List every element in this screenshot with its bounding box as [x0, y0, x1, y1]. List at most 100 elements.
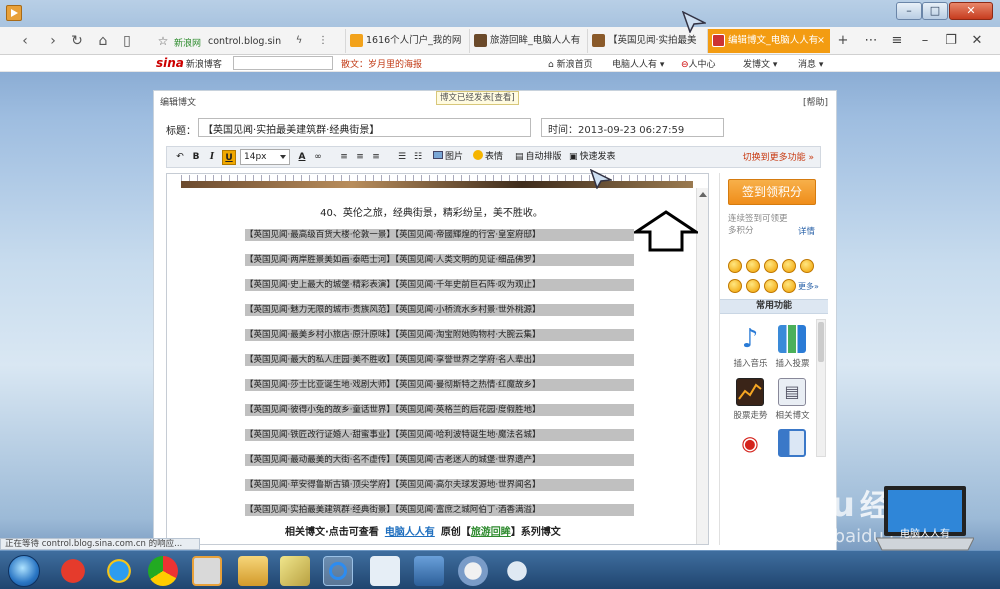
- link-row[interactable]: 【英国见闻·最动最美的大街·名不虚传】【英国见闻·古老迷人的城堡·世界遗产】: [245, 454, 634, 466]
- link-row[interactable]: 【英国见闻·史上最大的城堡·精彩表演】【英国见闻·千年史前巨石阵·叹为观止】: [245, 279, 634, 291]
- forward-icon[interactable]: ›: [44, 32, 62, 50]
- emoticon-button[interactable]: 表情: [473, 150, 503, 165]
- undo-icon[interactable]: ↶: [173, 150, 187, 165]
- minimize-button[interactable]: –: [896, 2, 922, 20]
- link-icon[interactable]: ∞: [311, 150, 325, 165]
- sina-logo[interactable]: sina 新浪博客: [156, 56, 222, 70]
- tab-close-window-icon[interactable]: ✕: [968, 31, 986, 51]
- link-row[interactable]: 【英国见闻·最高级百货大楼·伦敦一景】【英国见闻·帝國輝煌的行宮·皇室府邸】: [245, 229, 634, 241]
- link-row[interactable]: 【英国见闻·最美乡村小旅店·原汁原味】【英国见闻·淘宝附她购物村·大腕云集】: [245, 329, 634, 341]
- align-center-icon[interactable]: ≡: [353, 150, 367, 165]
- home-icon[interactable]: ⌂: [94, 32, 112, 50]
- tab-1616[interactable]: 1616个人门户_我的网: [345, 29, 469, 53]
- cloud-icon[interactable]: [502, 556, 532, 586]
- screen-icon[interactable]: [414, 556, 444, 586]
- posted-tooltip[interactable]: 博文已经发表[查看]: [436, 91, 519, 105]
- more-functions-link[interactable]: 切换到更多功能 »: [743, 150, 814, 163]
- weibo-icon[interactable]: ◉: [736, 429, 764, 457]
- link-row[interactable]: 【英国见闻·最大的私人庄园·美不胜收】【英国见闻·享誉世界之学府·名人辈出】: [245, 354, 634, 366]
- link-row[interactable]: 【英国见闻·两岸胜景美如画·泰晤士河】【英国见闻·人类文明的见证·细品佛罗】: [245, 254, 634, 266]
- reader-icon[interactable]: ▯: [118, 32, 136, 50]
- close-button[interactable]: ✕: [949, 2, 993, 20]
- link-row[interactable]: 【英国见闻·魅力无限的城市·贵族风范】【英国见闻·小桥流水乡村景·世外桃源】: [245, 304, 634, 316]
- emoticon-icon[interactable]: [746, 259, 760, 273]
- insert-music-label[interactable]: 插入音乐: [728, 357, 773, 369]
- refresh-icon[interactable]: ↻: [68, 32, 86, 50]
- stock-chart-icon[interactable]: [736, 378, 764, 406]
- nav-personal-center[interactable]: ⊖人中心: [681, 57, 716, 70]
- tab-minimize-icon[interactable]: –: [916, 31, 934, 51]
- autoformat-button[interactable]: ▤ 自动排版: [515, 150, 562, 165]
- related-series-link[interactable]: 旅游回眸: [471, 527, 511, 538]
- related-post-label[interactable]: 相关博文: [770, 409, 815, 421]
- paint-icon[interactable]: [458, 556, 488, 586]
- stock-trend-label[interactable]: 股票走势: [728, 409, 773, 421]
- link-row[interactable]: 【英国见闻·莎士比亚诞生地·戏剧大师】【英国见闻·曼彻斯特之热情·红魔故乡】: [245, 379, 634, 391]
- font-color-icon[interactable]: A: [295, 150, 309, 165]
- tab-edit-blog[interactable]: 编辑博文_电脑人人有 ×: [707, 29, 830, 53]
- maximize-button[interactable]: □: [922, 2, 948, 20]
- quickpost-button[interactable]: ▣ 快速发表: [569, 150, 616, 165]
- new-tab-icon[interactable]: +: [834, 31, 852, 51]
- bullet-list-icon[interactable]: ☷: [411, 150, 425, 165]
- font-size-select[interactable]: 14px: [240, 149, 290, 165]
- app-jiang-icon[interactable]: [58, 556, 88, 586]
- star-icon[interactable]: ☆: [154, 32, 172, 50]
- align-left-icon[interactable]: ≡: [337, 150, 351, 165]
- notes-icon[interactable]: [280, 556, 310, 586]
- numbered-list-icon[interactable]: ☰: [395, 150, 409, 165]
- tab-close-icon[interactable]: ×: [817, 29, 825, 53]
- emoticon-icon[interactable]: [782, 259, 796, 273]
- time-field[interactable]: 时间：2013-09-23 06:27:59: [541, 118, 724, 137]
- folder-icon[interactable]: [238, 556, 268, 586]
- emoticon-icon[interactable]: [728, 279, 742, 293]
- tab-restore-icon[interactable]: ❐: [942, 31, 960, 51]
- nav-post[interactable]: 发博文 ▾: [743, 57, 777, 70]
- image-button[interactable]: 图片: [433, 150, 463, 165]
- more-icon[interactable]: ⋯: [862, 31, 880, 51]
- tab-travel[interactable]: 旅游回眸_电脑人人有: [469, 29, 587, 53]
- nav-user[interactable]: 电脑人人有 ▾: [612, 57, 664, 70]
- title-input[interactable]: 【英国见闻·实拍最美建筑群·经典街景】: [198, 118, 531, 137]
- back-icon[interactable]: ‹: [16, 32, 34, 50]
- layout-icon[interactable]: [778, 429, 806, 457]
- emoticon-icon[interactable]: [746, 279, 760, 293]
- document-icon[interactable]: [370, 556, 400, 586]
- link-row[interactable]: 【英国见闻·铁匠改行证婚人·甜蜜事业】【英国见闻·哈利波特诞生地·魔法名城】: [245, 429, 634, 441]
- chrome-icon[interactable]: [148, 556, 178, 586]
- bold-button[interactable]: B: [189, 150, 203, 165]
- tab-sina[interactable]: 新浪网: [174, 36, 201, 49]
- emoticon-more-link[interactable]: 更多»: [798, 281, 819, 292]
- checkin-button[interactable]: 签到领积分: [728, 179, 816, 205]
- align-right-icon[interactable]: ≡: [369, 150, 383, 165]
- italic-button[interactable]: I: [205, 150, 219, 165]
- help-link[interactable]: [帮助]: [803, 95, 828, 108]
- underline-button[interactable]: U: [222, 150, 236, 165]
- insert-poll-label[interactable]: 插入投票: [770, 357, 815, 369]
- emoticon-icon[interactable]: [728, 259, 742, 273]
- address-bar[interactable]: control.blog.sin: [208, 36, 281, 47]
- sidebar-scrollbar[interactable]: [816, 319, 826, 457]
- related-post-icon[interactable]: ▤: [778, 378, 806, 406]
- related-author-link[interactable]: 电脑人人有: [385, 527, 435, 538]
- emoticon-icon[interactable]: [800, 259, 814, 273]
- emoticon-icon[interactable]: [782, 279, 796, 293]
- sina-search-input[interactable]: [233, 56, 333, 70]
- detail-link[interactable]: 详情: [798, 225, 815, 237]
- menu-icon[interactable]: ≡: [888, 31, 906, 51]
- emoticon-icon[interactable]: [764, 279, 778, 293]
- flash-icon[interactable]: ϟ: [290, 32, 308, 50]
- link-row[interactable]: 【英国见闻·彼得小兔的故乡·童话世界】【英国见闻·英格兰的后花园·度假胜地】: [245, 404, 634, 416]
- nav-sina-home[interactable]: ⌂ 新浪首页: [548, 57, 593, 70]
- link-row[interactable]: 【英国见闻·苹安得鲁斯古镇·顶尖学府】【英国见闻·高尔夫球发源地·世界闻名】: [245, 479, 634, 491]
- editor-area[interactable]: 40、英伦之旅，经典街景，精彩纷呈，美不胜收。 【英国见闻·最高级百货大楼·伦敦…: [166, 173, 709, 545]
- grid-icon[interactable]: ⋮: [314, 32, 332, 50]
- emoticon-icon[interactable]: [764, 259, 778, 273]
- link-row[interactable]: 【英国见闻·实拍最美建筑群·经典街景】【英国见闻·富庶之城阿伯丁·酒香满溢】: [245, 504, 634, 516]
- media-player-icon[interactable]: [192, 556, 222, 586]
- promo-link[interactable]: 散文：岁月里的海报: [341, 57, 422, 70]
- start-button[interactable]: [8, 555, 40, 587]
- browser-task-icon[interactable]: [323, 556, 353, 586]
- poll-icon[interactable]: [778, 325, 806, 353]
- nav-messages[interactable]: 消息 ▾: [798, 57, 823, 70]
